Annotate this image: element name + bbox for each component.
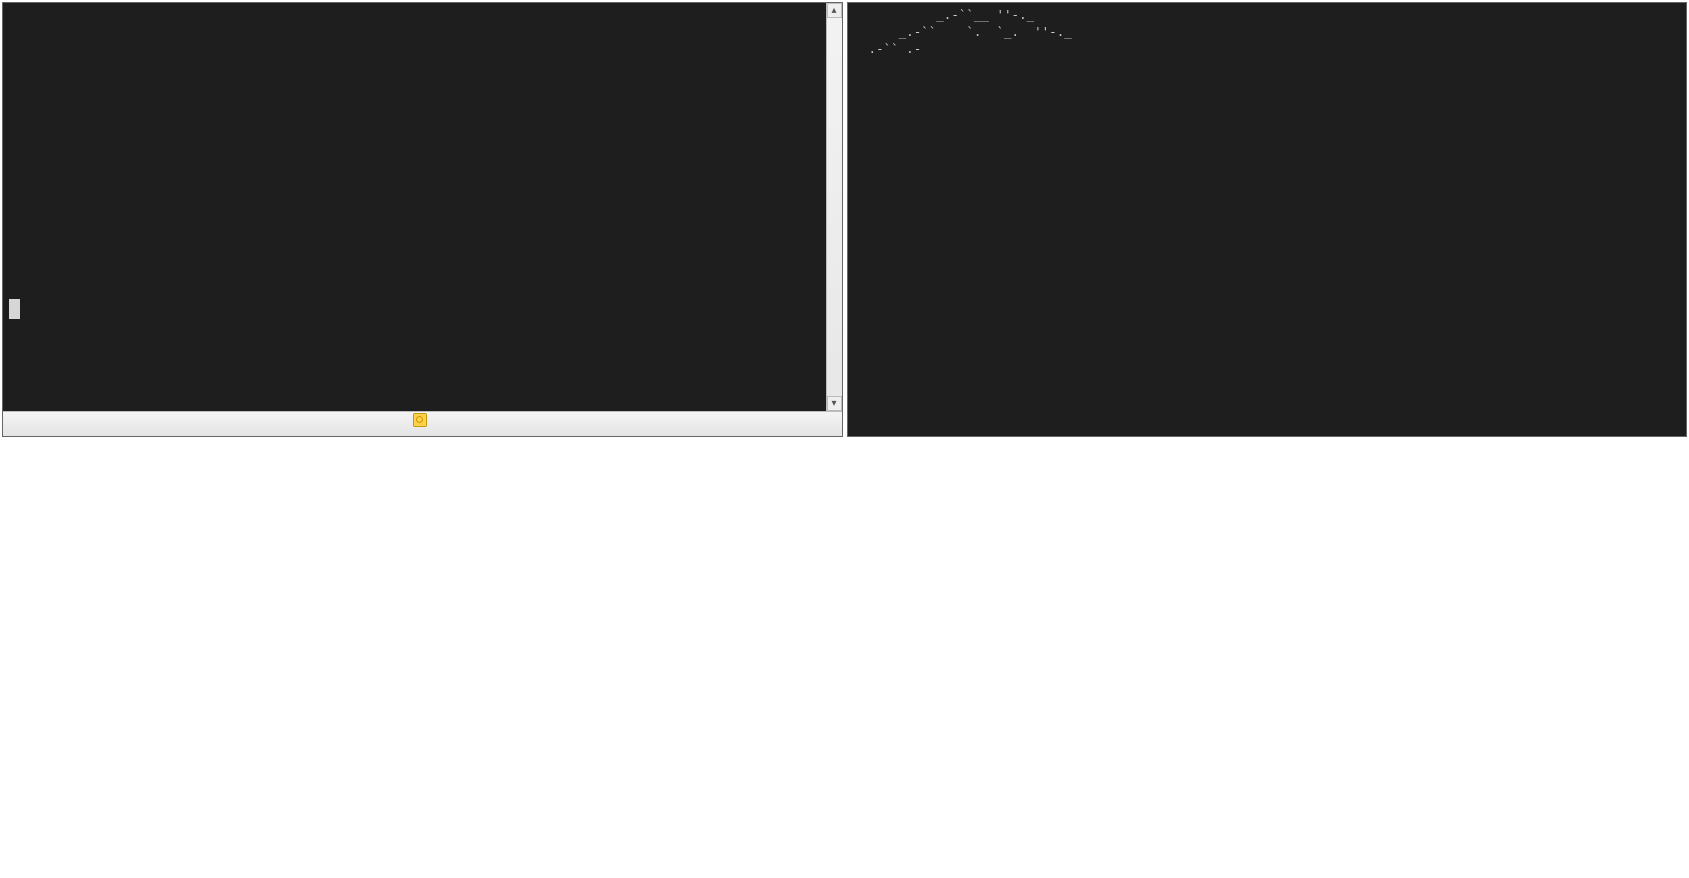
tabbar-shell [3,411,842,436]
terminal-s1[interactable]: _.-``__ ''-._ _.-`` `. `_. ''-._ .-`` .- [848,3,1687,436]
redis-ascii-art: _.-``__ ''-._ _.-`` `. `_. ''-._ .-`` .- [854,7,1072,58]
scrollbar-down[interactable]: ▾ [827,396,842,411]
terminal-shell-content [9,7,836,322]
pane-shell: ▴ ▾ [2,2,843,437]
pane-s1: _.-``__ ''-._ _.-`` `. `_. ''-._ .-`` .- [847,2,1688,437]
shell-cursor [9,299,20,319]
terminal-shell[interactable]: ▴ ▾ [3,3,842,411]
scrollbar-up[interactable]: ▴ [827,3,842,18]
tab-shell[interactable] [403,413,441,427]
key-icon [413,413,427,427]
